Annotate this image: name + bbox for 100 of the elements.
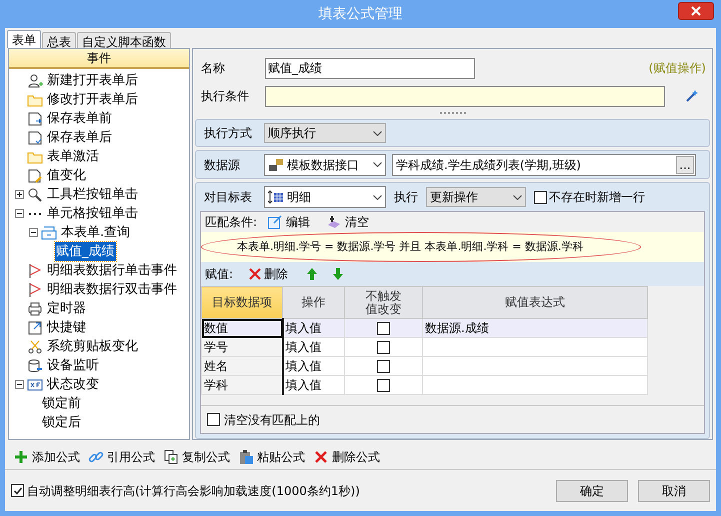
- clear-button[interactable]: 清空: [326, 213, 370, 231]
- browse-button[interactable]: ...: [676, 156, 694, 174]
- field-label: 执行: [394, 189, 418, 206]
- table-columns-icon: [268, 190, 284, 204]
- add-row-checkbox[interactable]: [534, 190, 547, 204]
- table-row[interactable]: 学号 填入值: [202, 338, 648, 356]
- table-row[interactable]: 学科 填入值: [202, 376, 648, 394]
- table-cell: 学科: [202, 376, 282, 394]
- table-cell: 填入值: [282, 376, 344, 394]
- move-up-icon[interactable]: [306, 267, 318, 281]
- table-cell: 数值: [202, 318, 282, 338]
- tree-item[interactable]: 锁定前: [41, 394, 82, 414]
- person-add-icon: [27, 72, 43, 88]
- expand-toggle[interactable]: [15, 190, 24, 199]
- shortcut-icon: [27, 320, 43, 336]
- clipboard-icon: [238, 448, 254, 464]
- tree-header: 事件: [9, 49, 189, 69]
- database-icon: [27, 358, 43, 374]
- tree-item[interactable]: 单元格按钮单击: [46, 204, 139, 224]
- section-label: 匹配条件:: [205, 214, 258, 231]
- delete-icon: [313, 448, 329, 464]
- tree-item[interactable]: 定时器: [46, 298, 87, 318]
- tab[interactable]: 自定义脚本函数: [77, 32, 171, 48]
- toolbar-button[interactable]: 引用公式: [88, 448, 155, 466]
- collapse-toggle[interactable]: [29, 228, 38, 237]
- mode-dropdown[interactable]: 顺序执行: [264, 123, 386, 143]
- tree-item[interactable]: 系统剪贴板变化: [46, 336, 139, 356]
- tree-item[interactable]: 值变化: [46, 166, 87, 186]
- chevron-down-icon: [513, 194, 522, 200]
- toolbar-button[interactable]: 粘贴公式: [238, 448, 305, 466]
- toolbar-button[interactable]: 添加公式: [13, 448, 80, 466]
- dialog-button[interactable]: 确定: [556, 480, 628, 502]
- tree-item[interactable]: 表单激活: [46, 146, 100, 166]
- chevron-down-icon: [373, 130, 382, 136]
- collapse-toggle[interactable]: [15, 209, 24, 218]
- tree-item[interactable]: 明细表数据行双击事件: [46, 280, 178, 300]
- table-row[interactable]: 数值 填入值 数据源.成绩: [202, 318, 648, 338]
- chevron-down-icon: [373, 194, 382, 200]
- table-cell: 学号: [202, 338, 282, 356]
- checkbox[interactable]: [377, 340, 390, 354]
- tree-item[interactable]: 明细表数据行单击事件: [46, 260, 178, 280]
- tree-item[interactable]: 快捷键: [46, 318, 87, 338]
- checkbox[interactable]: [377, 360, 390, 372]
- field-label: 对目标表: [203, 189, 253, 206]
- delete-button[interactable]: 删除: [249, 265, 288, 283]
- table-row[interactable]: 姓名 填入值: [202, 356, 648, 376]
- column-header[interactable]: 不触发值改变: [344, 286, 422, 318]
- condition-field[interactable]: [265, 86, 665, 106]
- magic-wand-icon[interactable]: [685, 89, 699, 103]
- collapse-toggle[interactable]: [15, 380, 24, 389]
- splitter-grip-icon[interactable]: [440, 112, 466, 114]
- close-icon: [691, 6, 701, 16]
- tree-item[interactable]: 修改打开表单后: [46, 90, 139, 110]
- chevron-down-icon: [373, 162, 382, 167]
- tab[interactable]: 总表: [42, 32, 76, 48]
- toolbar-button[interactable]: 删除公式: [313, 448, 380, 466]
- clear-unmatched-checkbox[interactable]: [207, 413, 220, 426]
- tree-item[interactable]: 保存表单前: [46, 108, 113, 128]
- dialog-button[interactable]: 取消: [638, 480, 710, 502]
- source-type-dropdown[interactable]: 模板数据接口: [264, 154, 386, 176]
- tree-item[interactable]: 新建打开表单后: [46, 70, 139, 90]
- close-button[interactable]: [678, 2, 714, 20]
- column-header[interactable]: 目标数据项: [202, 286, 282, 318]
- checkbox[interactable]: [377, 322, 390, 334]
- edit-icon: [267, 214, 284, 230]
- tree-item[interactable]: 设备监听: [46, 356, 100, 376]
- document-pen-icon: [27, 168, 43, 184]
- operation-dropdown[interactable]: 更新操作: [426, 187, 526, 207]
- table-cell: 姓名: [202, 356, 282, 376]
- auto-row-height-checkbox[interactable]: [11, 484, 24, 497]
- save-arrow-icon: [27, 110, 43, 126]
- edit-button[interactable]: 编辑: [267, 213, 310, 231]
- plus-icon: [13, 448, 29, 464]
- flag-icon: [27, 262, 43, 278]
- tree-item[interactable]: 锁定后: [41, 412, 82, 432]
- section-label: 赋值:: [205, 266, 234, 283]
- tree-item[interactable]: 本表单.查询: [60, 222, 132, 242]
- column-header[interactable]: 赋值表达式: [422, 286, 648, 318]
- tray-icon: [41, 224, 57, 240]
- name-field[interactable]: 赋值_成绩: [265, 58, 475, 78]
- save-check-icon: [27, 130, 43, 146]
- field-label: 数据源: [203, 156, 241, 174]
- formula-box-icon: [27, 376, 43, 392]
- field-label: 执行方式: [203, 125, 253, 142]
- column-header[interactable]: 操作: [282, 286, 344, 318]
- tree-item[interactable]: 状态改变: [46, 374, 100, 394]
- flag-icon: [27, 282, 43, 298]
- toolbar-button[interactable]: 复制公式: [163, 448, 230, 466]
- tree-item[interactable]: 工具栏按钮单击: [46, 184, 139, 204]
- scissors-icon: [27, 338, 43, 354]
- tree-item[interactable]: 保存表单后: [46, 128, 113, 148]
- eraser-icon: [326, 214, 342, 230]
- target-table-dropdown[interactable]: 明细: [264, 186, 386, 208]
- checkbox-label: 不存在时新增一行: [549, 189, 645, 206]
- tree-item[interactable]: 赋值_成绩: [55, 242, 116, 262]
- move-down-icon[interactable]: [332, 267, 344, 281]
- tab[interactable]: 表单: [7, 30, 41, 48]
- source-field[interactable]: 学科成绩.学生成绩列表(学期,班级) ...: [392, 154, 696, 176]
- checkbox[interactable]: [377, 378, 390, 392]
- checkbox-label: 自动调整明细表行高(计算行高会影响加载速度(1000条约1秒)): [27, 482, 360, 500]
